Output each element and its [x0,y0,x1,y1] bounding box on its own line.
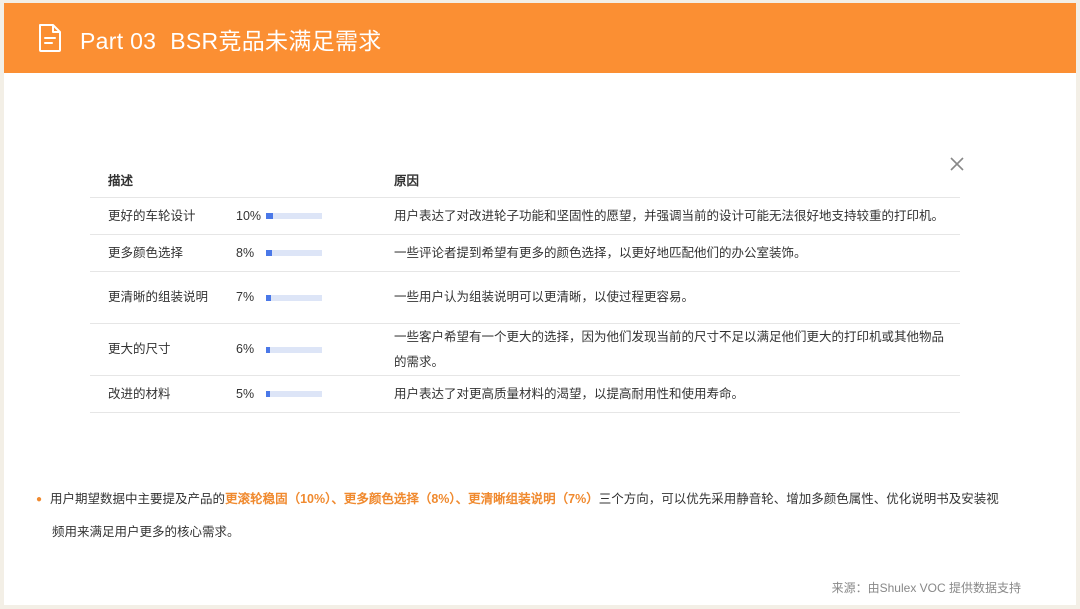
percent-bar-fill [266,294,271,301]
header-description: 描述 [90,161,218,198]
table-row: 更清晰的组装说明 7% 一些用户认为组装说明可以更清晰，以使过程更容易。 [90,271,960,324]
slide: Part 03 BSR竞品未满足需求 描述 原因 更好的车轮设计 10% 用户表达了对… [4,3,1076,605]
percent-bar [266,250,322,256]
row-reason: 一些用户认为组装说明可以更清晰，以使过程更容易。 [376,271,960,324]
row-percent: 10% [218,197,376,235]
percent-text: 7% [236,290,255,304]
row-description: 更好的车轮设计 [90,197,218,235]
table-body: 更好的车轮设计 10% 用户表达了对改进轮子功能和坚固性的愿望，并强调当前的设计可能… [90,197,960,413]
percent-wrap: 5% [236,382,376,407]
bullet-icon: ● [36,494,43,505]
row-percent: 8% [218,234,376,272]
table-row: 更好的车轮设计 10% 用户表达了对改进轮子功能和坚固性的愿望，并强调当前的设计可能… [90,197,960,235]
percent-wrap: 7% [236,285,376,310]
row-description: 改进的材料 [90,375,218,413]
source-note: 来源：由Shulex VOC 提供数据支持 [831,581,1021,595]
percent-wrap: 6% [236,337,376,362]
percent-wrap: 8% [236,241,376,266]
summary-line-1: ● 用户期望数据中主要提及产品的更滚轮稳固（10%）、更多颜色选择（8%）、更清晰… [36,483,1046,516]
summary-highlight: 更滚轮稳固（10%）、更多颜色选择（8%）、更清晰组装说明（7%） [225,492,599,506]
part-label: Part 03 [80,28,157,54]
header-reason: 原因 [376,161,960,198]
row-percent: 6% [218,323,376,376]
percent-bar [266,346,322,353]
percent-bar-fill [266,250,272,256]
reasons-table: 描述 原因 更好的车轮设计 10% 用户表达了对改进轮子功能和坚固性的愿望，并强调当… [90,161,960,413]
percent-bar-fill [266,391,270,397]
percent-bar [266,391,322,397]
percent-text: 10% [236,208,262,223]
row-percent: 5% [218,375,376,413]
table-header-row: 描述 原因 [90,161,960,198]
table-row: 更大的尺寸 6% 一些客户希望有一个更大的选择，因为他们发现当前的尺寸不足以满足他们… [90,323,960,376]
summary-text: ● 用户期望数据中主要提及产品的更滚轮稳固（10%）、更多颜色选择（8%）、更清晰… [36,483,1046,549]
document-icon [39,24,61,52]
percent-bar [266,294,322,301]
row-reason: 用户表达了对更高质量材料的渴望，以提高耐用性和使用寿命。 [376,375,960,413]
row-reason: 一些评论者提到希望有更多的颜色选择，以更好地匹配他们的办公室装饰。 [376,234,960,272]
percent-bar-fill [266,346,271,353]
percent-wrap: 10% [236,204,376,229]
table-row: 改进的材料 5% 用户表达了对更高质量材料的渴望，以提高耐用性和使用寿命。 [90,375,960,413]
percent-text: 6% [236,342,255,356]
percent-text: 5% [236,386,255,401]
row-reason: 用户表达了对改进轮子功能和坚固性的愿望，并强调当前的设计可能无法很好地支持较重的… [376,197,960,235]
percent-bar [266,213,322,219]
percent-text: 8% [236,245,255,260]
title-text: BSR竞品未满足需求 [170,28,382,54]
summary-line-2: 频用来满足用户更多的核心需求。 [52,525,240,539]
row-description: 更大的尺寸 [90,323,218,376]
row-percent: 7% [218,271,376,324]
row-reason: 一些客户希望有一个更大的选择，因为他们发现当前的尺寸不足以满足他们更大的打印机或… [376,323,960,376]
percent-bar-fill [266,213,273,219]
header-percent [218,161,376,198]
page-title: Part 03 BSR竞品未满足需求 [80,22,382,56]
summary-text-after: 三个方向，可以优先采用静音轮、增加多颜色属性、优化说明书及安装视 [598,492,999,506]
table-row: 更多颜色选择 8% 一些评论者提到希望有更多的颜色选择，以更好地匹配他们的办公室装饰… [90,234,960,272]
header-bar: Part 03 BSR竞品未满足需求 [4,3,1076,73]
row-description: 更多颜色选择 [90,234,218,272]
summary-text-before: 用户期望数据中主要提及产品的 [50,492,226,506]
row-description: 更清晰的组装说明 [90,271,218,324]
